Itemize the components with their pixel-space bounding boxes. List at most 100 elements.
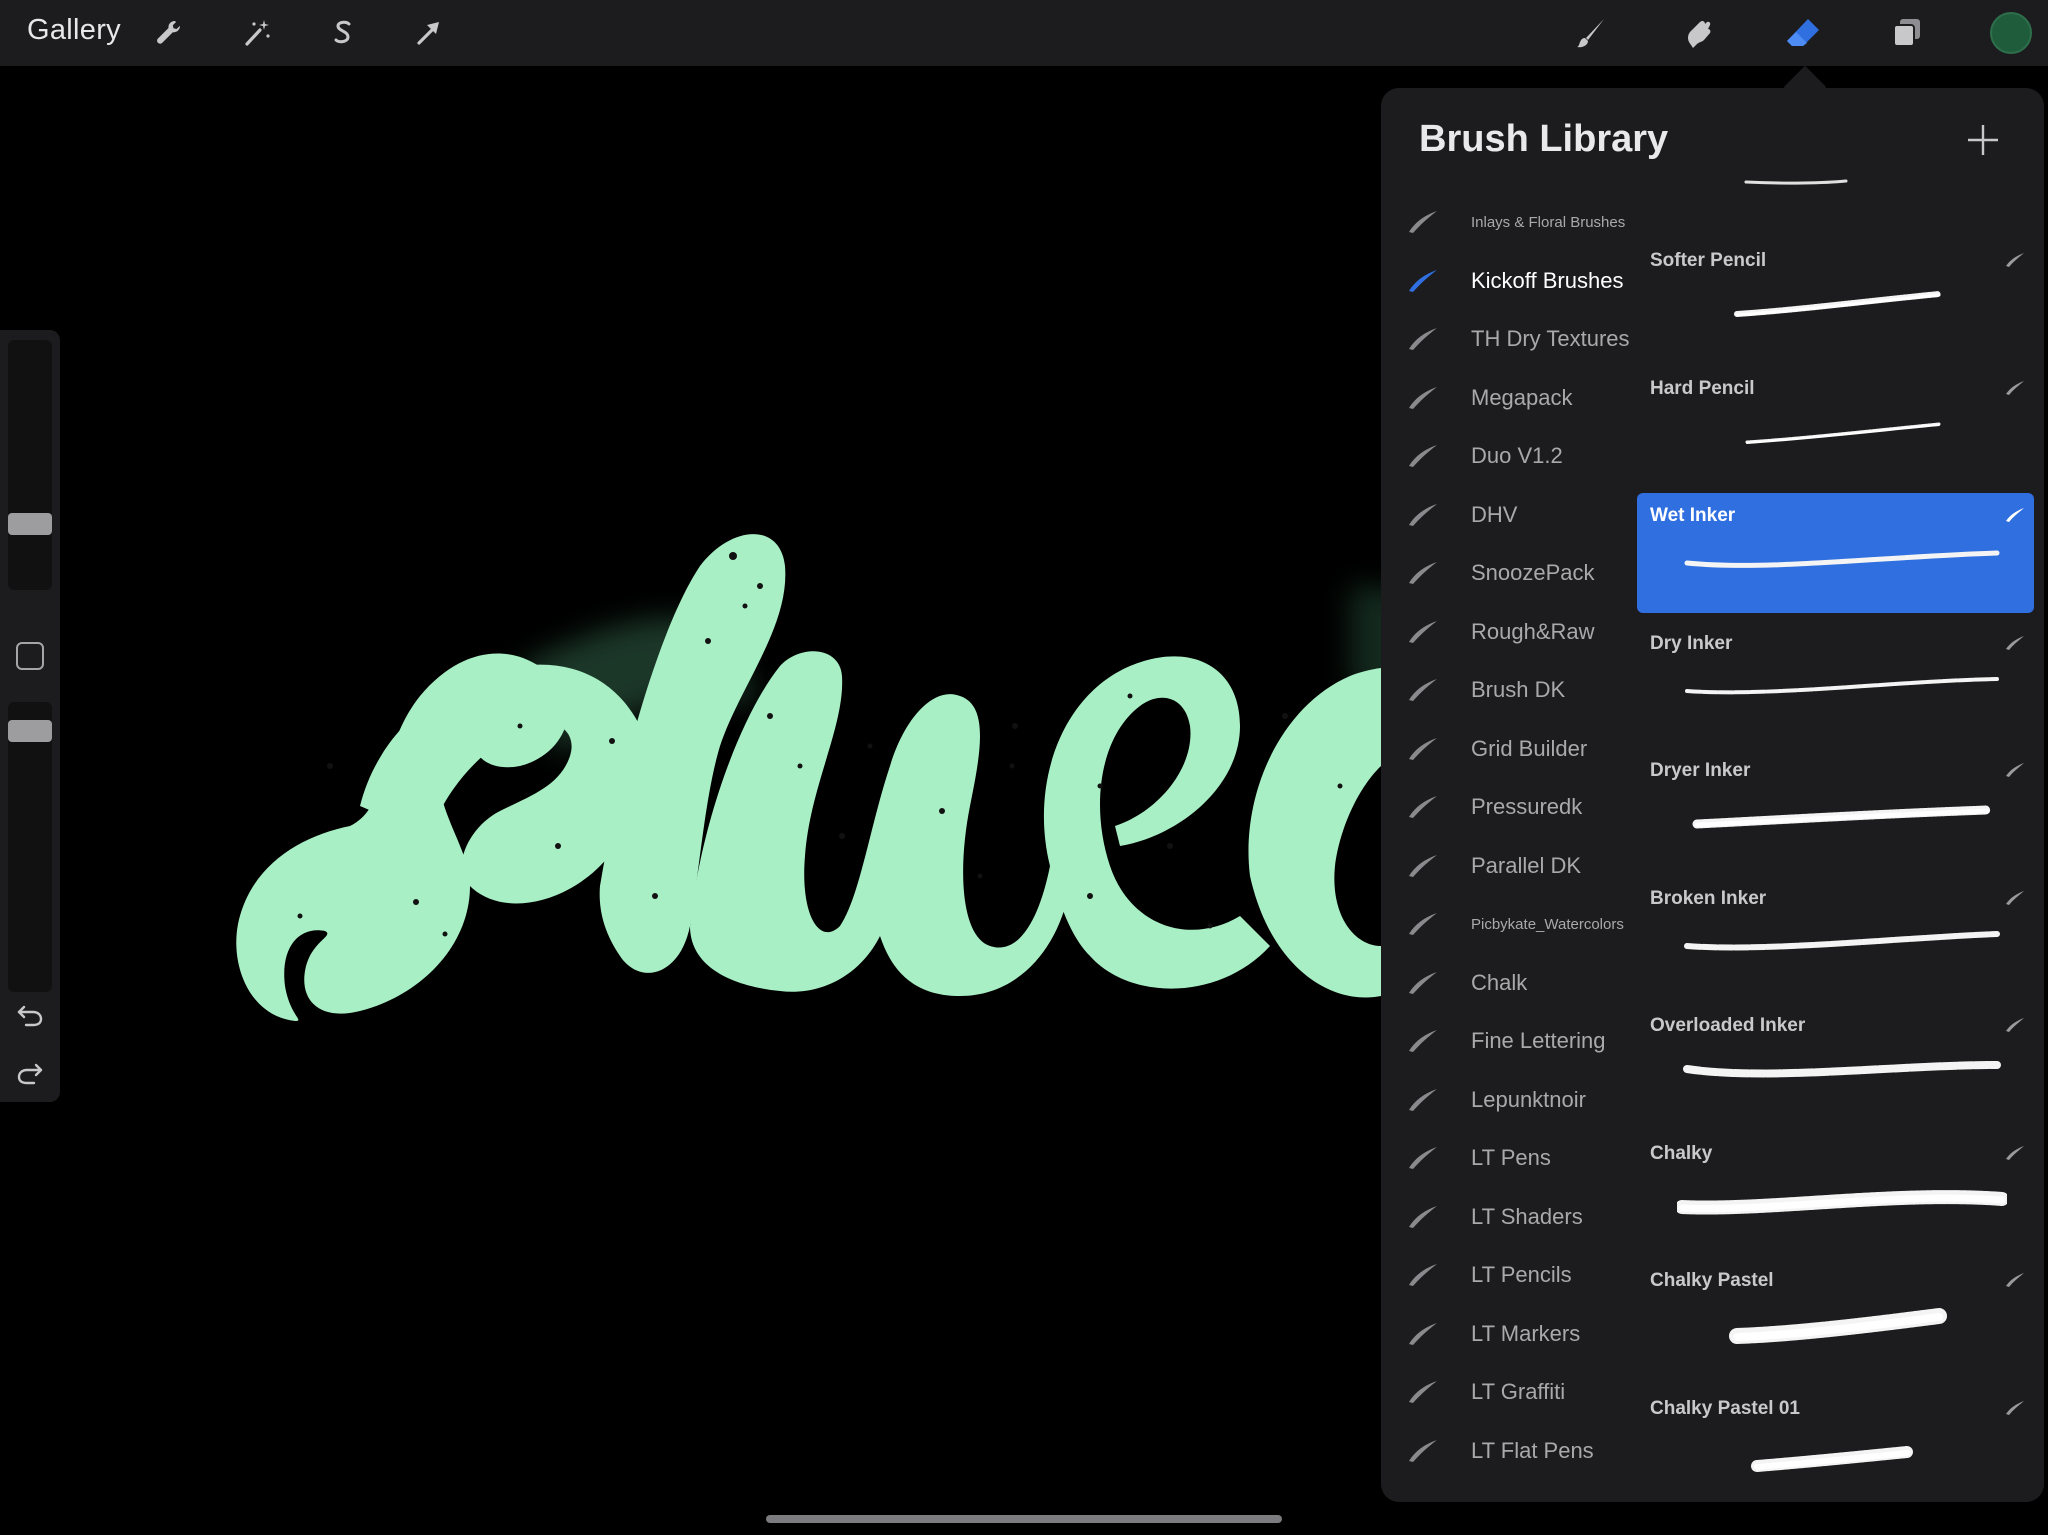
brush-set-label: TH Dry Textures xyxy=(1471,326,1630,351)
brush-name: Hard Pencil xyxy=(1650,377,1755,399)
brush-set-item[interactable]: TH Dry Textures xyxy=(1381,311,1636,369)
brush-set-stroke-icon xyxy=(1409,1264,1437,1286)
brush-set-item[interactable]: LT Pens xyxy=(1381,1130,1636,1188)
brush-set-item[interactable]: Parallel DK xyxy=(1381,838,1636,896)
brush-set-stroke-icon xyxy=(1409,445,1437,467)
modify-square-icon[interactable] xyxy=(16,642,44,670)
brush-icon[interactable] xyxy=(1570,12,1612,54)
smudge-icon[interactable] xyxy=(1676,12,1718,54)
eraser-icon[interactable] xyxy=(1782,12,1824,54)
selection-s-icon[interactable] xyxy=(322,12,364,54)
transform-arrow-icon[interactable] xyxy=(408,12,450,54)
brush-set-stroke-icon xyxy=(1409,679,1437,701)
brush-name: Overloaded Inker xyxy=(1650,1015,1806,1036)
brush-stroke-mini-icon xyxy=(2006,890,2024,905)
wrench-icon[interactable] xyxy=(148,12,190,54)
brush-set-label: DHV xyxy=(1471,501,1518,527)
brush-set-item[interactable]: LT Pencils xyxy=(1381,1247,1636,1305)
brush-set-label: Duo V1.2 xyxy=(1471,443,1563,468)
brush-stroke-preview xyxy=(1685,676,1999,694)
brush-name: Softer Pencil xyxy=(1650,250,1767,271)
brush-set-stroke-icon xyxy=(1409,913,1437,935)
brush-item[interactable]: Softer Pencil xyxy=(1637,238,2034,358)
brush-stroke-mini-icon xyxy=(2006,508,2024,522)
brush-set-stroke-icon xyxy=(1409,1322,1437,1345)
brush-name: Chalky Pastel 01 xyxy=(1650,1397,1800,1419)
brush-set-item[interactable]: Rough&Raw xyxy=(1381,604,1636,662)
brush-size-slider[interactable] xyxy=(8,340,52,590)
brush-item[interactable]: Chalky Pastel xyxy=(1637,1258,2034,1378)
brush-set-item[interactable]: DHV xyxy=(1381,487,1636,545)
brush-item[interactable]: Dryer Inker xyxy=(1637,748,2034,868)
undo-icon[interactable] xyxy=(14,998,46,1030)
brush-stroke-mini-icon xyxy=(2006,1273,2024,1287)
brush-stroke-preview xyxy=(1684,550,2000,568)
brush-set-stroke-icon xyxy=(1409,386,1437,409)
brush-stroke-preview xyxy=(1677,1189,2007,1215)
brush-set-label: Rough&Raw xyxy=(1471,618,1595,644)
brush-set-item[interactable]: Lepunktnoir xyxy=(1381,1072,1636,1130)
brush-set-stroke-icon xyxy=(1409,269,1437,292)
brush-set-label: SnoozePack xyxy=(1471,560,1595,585)
brush-set-label: LT Pencils xyxy=(1471,1262,1572,1287)
brush-set-label: LT Flat Pens xyxy=(1471,1437,1594,1463)
brush-set-item[interactable]: Inlays & Floral Brushes xyxy=(1381,194,1636,252)
panel-title: Brush Library xyxy=(1419,118,1669,160)
brush-set-label: Kickoff Brushes xyxy=(1471,267,1624,293)
left-sidebar xyxy=(0,330,60,1102)
brush-set-label: LT Pens xyxy=(1471,1145,1551,1170)
brush-set-item[interactable]: Grid Builder xyxy=(1381,721,1636,779)
brush-set-item[interactable]: LT Graffiti xyxy=(1381,1364,1636,1422)
brush-set-item[interactable]: LT Shaders xyxy=(1381,1189,1636,1247)
magic-wand-icon[interactable] xyxy=(236,12,278,54)
brush-set-label: Inlays & Floral Brushes xyxy=(1471,214,1626,231)
brush-set-item[interactable]: Picbykate_Watercolors xyxy=(1381,896,1636,954)
brush-stroke-mini-icon xyxy=(2006,635,2024,650)
home-indicator[interactable] xyxy=(766,1515,1282,1523)
brush-stroke-mini-icon xyxy=(2006,1145,2024,1160)
brush-stroke-preview xyxy=(1751,1445,1913,1472)
brush-set-list[interactable]: Inlays & Floral Brushes Kickoff Brushes TH… xyxy=(1381,194,1636,1502)
brush-stroke-mini-icon xyxy=(2006,1018,2024,1032)
brush-item[interactable]: Wet Inker xyxy=(1637,493,2034,613)
brush-item[interactable]: Hard Pencil xyxy=(1637,365,2034,486)
brush-set-stroke-icon xyxy=(1409,562,1437,584)
brush-item[interactable]: Chalky Pastel 01 xyxy=(1637,1385,2034,1502)
brush-set-label: Pressuredk xyxy=(1471,794,1583,819)
brush-set-label: Parallel DK xyxy=(1471,852,1582,878)
layers-icon[interactable] xyxy=(1886,12,1928,54)
brush-size-thumb[interactable] xyxy=(8,513,52,535)
color-swatch-button[interactable] xyxy=(1990,12,2032,54)
brush-set-stroke-icon xyxy=(1409,796,1437,818)
brush-stroke-mini-icon xyxy=(2006,1400,2024,1415)
brush-set-label: Picbykate_Watercolors xyxy=(1471,916,1624,933)
brush-stroke-mini-icon xyxy=(2006,380,2024,395)
opacity-thumb[interactable] xyxy=(8,720,52,742)
brush-set-label: Lepunktnoir xyxy=(1471,1086,1586,1112)
top-toolbar: Gallery xyxy=(0,0,2048,66)
brush-set-item[interactable]: Chalk xyxy=(1381,955,1636,1013)
redo-icon[interactable] xyxy=(14,1056,46,1088)
brush-set-label: Megapack xyxy=(1471,384,1573,410)
partial-brush-stroke xyxy=(1744,179,1848,185)
brush-set-item[interactable]: LT Markers xyxy=(1381,1306,1636,1364)
brush-item[interactable]: Overloaded Inker xyxy=(1637,1003,2034,1123)
brush-set-label: Chalk xyxy=(1471,969,1528,995)
plus-icon[interactable] xyxy=(1965,122,2001,158)
brush-set-item[interactable]: SnoozePack xyxy=(1381,545,1636,603)
brush-set-stroke-icon xyxy=(1409,328,1437,350)
opacity-slider[interactable] xyxy=(8,702,52,992)
brush-set-item[interactable]: Megapack xyxy=(1381,370,1636,428)
brush-set-item[interactable]: Fine Lettering xyxy=(1381,1013,1636,1071)
brush-set-item[interactable]: Duo V1.2 xyxy=(1381,428,1636,486)
brush-set-item[interactable]: Brush DK xyxy=(1381,662,1636,720)
brush-set-item[interactable]: Kickoff Brushes xyxy=(1381,253,1636,311)
brush-item[interactable]: Broken Inker xyxy=(1637,875,2034,996)
brush-set-item[interactable]: Pressuredk xyxy=(1381,779,1636,837)
brush-set-stroke-icon xyxy=(1409,971,1437,994)
brush-item[interactable]: Chalky xyxy=(1637,1130,2034,1251)
gallery-button[interactable]: Gallery xyxy=(27,14,121,47)
brush-item[interactable]: Dry Inker xyxy=(1637,620,2034,741)
brush-list[interactable]: Softer Pencil Hard Pencil Wet Inker Dry Ink… xyxy=(1636,176,2044,1502)
brush-set-item[interactable]: LT Flat Pens xyxy=(1381,1423,1636,1481)
